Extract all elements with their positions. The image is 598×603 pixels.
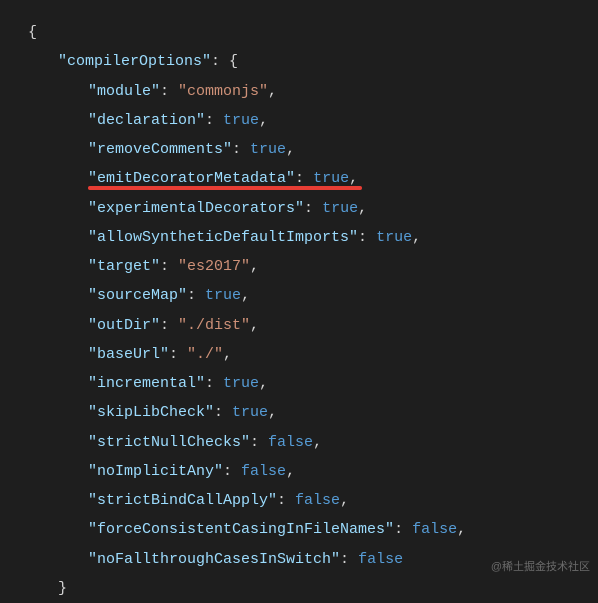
json-bool-value: true: [250, 141, 286, 158]
code-line: "target": "es2017",: [28, 252, 586, 281]
json-key: "noFallthroughCasesInSwitch": [88, 551, 340, 568]
json-bool-value: true: [322, 200, 358, 217]
json-key: "target": [88, 258, 160, 275]
json-key: "outDir": [88, 317, 160, 334]
json-bool-value: false: [268, 434, 313, 451]
json-key: "noImplicitAny": [88, 463, 223, 480]
code-line: "module": "commonjs",: [28, 77, 586, 106]
json-bool-value: true: [205, 287, 241, 304]
json-key: "strictBindCallApply": [88, 492, 277, 509]
json-bool-value: true: [313, 170, 349, 187]
json-key: "allowSyntheticDefaultImports": [88, 229, 358, 246]
json-bool-value: true: [223, 112, 259, 129]
code-line: "sourceMap": true,: [28, 281, 586, 310]
code-line: "outDir": "./dist",: [28, 311, 586, 340]
code-line: "removeComments": true,: [28, 135, 586, 164]
json-bool-value: false: [412, 521, 457, 538]
watermark-text: @稀土掘金技术社区: [491, 557, 590, 578]
code-line: "incremental": true,: [28, 369, 586, 398]
json-key: "baseUrl": [88, 346, 169, 363]
code-line: "compilerOptions": {: [28, 47, 586, 76]
json-key: "emitDecoratorMetadata": [88, 170, 295, 187]
code-line: "experimentalDecorators": true,: [28, 194, 586, 223]
code-line: "allowSyntheticDefaultImports": true,: [28, 223, 586, 252]
json-bool-value: true: [232, 404, 268, 421]
json-string-value: "es2017": [178, 258, 250, 275]
json-bool-value: false: [241, 463, 286, 480]
code-line: "declaration": true,: [28, 106, 586, 135]
json-string-value: "./dist": [178, 317, 250, 334]
json-bool-value: false: [358, 551, 403, 568]
json-key: "strictNullChecks": [88, 434, 250, 451]
code-line: "forceConsistentCasingInFileNames": fals…: [28, 515, 586, 544]
json-string-value: "./": [187, 346, 223, 363]
json-key: "forceConsistentCasingInFileNames": [88, 521, 394, 538]
json-key: "skipLibCheck": [88, 404, 214, 421]
json-key: "incremental": [88, 375, 205, 392]
json-bool-value: true: [376, 229, 412, 246]
json-key: "module": [88, 83, 160, 100]
code-line: "noImplicitAny": false,: [28, 457, 586, 486]
code-line: {: [28, 18, 586, 47]
code-block: {"compilerOptions": {"module": "commonjs…: [28, 18, 586, 603]
json-key: "experimentalDecorators": [88, 200, 304, 217]
json-key: "removeComments": [88, 141, 232, 158]
json-string-value: "commonjs": [178, 83, 268, 100]
json-bool-value: true: [223, 375, 259, 392]
code-line: "strictNullChecks": false,: [28, 428, 586, 457]
json-key: "sourceMap": [88, 287, 187, 304]
code-line: "strictBindCallApply": false,: [28, 486, 586, 515]
json-bool-value: false: [295, 492, 340, 509]
highlight-underline: [88, 186, 362, 190]
code-line: }: [28, 574, 586, 603]
json-key: "declaration": [88, 112, 205, 129]
code-line: "baseUrl": "./",: [28, 340, 586, 369]
code-line: "skipLibCheck": true,: [28, 398, 586, 427]
json-key: "compilerOptions": [58, 53, 211, 70]
